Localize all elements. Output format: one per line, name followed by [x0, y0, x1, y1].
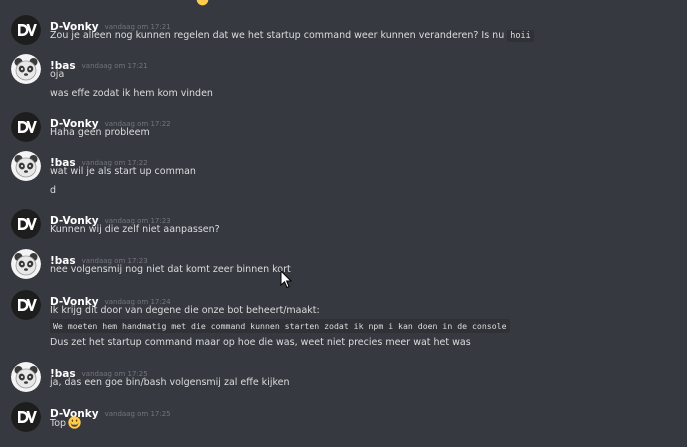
timestamp: vandaag om 17:25 — [104, 410, 171, 418]
message-text: was effe zodat ik hem kom vinden — [50, 88, 213, 99]
inline-code: hoii — [507, 30, 534, 42]
message-header: D-Vonky vandaag om 17:21 — [50, 15, 171, 33]
avatar[interactable] — [11, 362, 41, 392]
avatar[interactable] — [11, 209, 41, 239]
avatar[interactable] — [11, 15, 41, 45]
message-header: !bas vandaag om 17:22 — [50, 151, 148, 169]
message-header: !bas vandaag om 17:25 — [50, 362, 148, 380]
panda-avatar-icon — [11, 362, 41, 392]
avatar[interactable] — [11, 402, 41, 432]
emoji-icon — [196, 0, 209, 6]
message-text: ja, das een goe bin/bash volgensmij zal … — [50, 377, 290, 388]
message-text: Dus zet het startup command maar op hoe … — [50, 337, 471, 348]
chat-messages: D-Vonky vandaag om 17:21 Zou je alleen no… — [0, 0, 687, 447]
avatar[interactable] — [11, 151, 41, 181]
panda-avatar-icon — [11, 249, 41, 279]
avatar[interactable] — [11, 249, 41, 279]
message-text: Top — [50, 416, 81, 430]
message-text: Zou je alleen nog kunnen regelen dat we … — [50, 29, 534, 43]
message-text: d — [50, 185, 57, 196]
avatar[interactable] — [11, 54, 41, 84]
code-block: We moeten hem handmatig met die command … — [50, 319, 510, 333]
message-header: !bas vandaag om 17:21 — [50, 54, 148, 72]
dv-logo-icon — [11, 15, 41, 45]
message-header: D-Vonky vandaag om 17:23 — [50, 209, 171, 227]
panda-avatar-icon — [11, 54, 41, 84]
message-text: nee volgensmij nog niet dat komt zeer bi… — [50, 264, 291, 275]
panda-avatar-icon — [11, 151, 41, 181]
avatar[interactable] — [11, 112, 41, 142]
message-text: Ik krijg dit door van degene die onze bo… — [50, 305, 320, 316]
message-header: D-Vonky vandaag om 17:24 — [50, 290, 171, 308]
message-text: Kunnen wij die zelf niet aanpassen? — [50, 224, 220, 235]
message-text: Haha geen probleem — [50, 127, 150, 138]
dv-logo-icon — [11, 290, 41, 320]
message-text: wat wil je als start up comman — [50, 166, 196, 177]
mouse-cursor-icon — [280, 270, 292, 289]
grinning-emoji-icon[interactable] — [68, 416, 81, 429]
message-header: D-Vonky vandaag om 17:22 — [50, 112, 171, 130]
message-header: !bas vandaag om 17:23 — [50, 249, 148, 267]
message-content: Zou je alleen nog kunnen regelen dat we … — [50, 30, 505, 41]
message-content: Top — [50, 418, 67, 429]
dv-logo-icon — [11, 112, 41, 142]
dv-logo-icon — [11, 209, 41, 239]
message-text: oja — [50, 69, 65, 80]
message-header: D-Vonky vandaag om 17:25 — [50, 402, 171, 420]
avatar[interactable] — [11, 290, 41, 320]
timestamp: vandaag om 17:21 — [81, 62, 148, 70]
dv-logo-icon — [11, 402, 41, 432]
